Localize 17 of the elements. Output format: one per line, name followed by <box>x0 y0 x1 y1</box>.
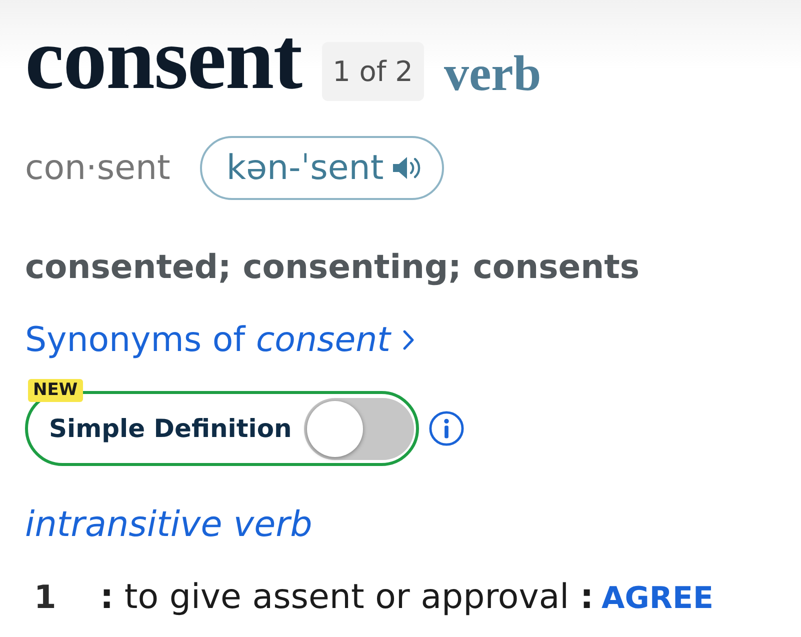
speaker-icon <box>392 155 422 181</box>
part-of-speech-link[interactable]: verb <box>444 48 542 98</box>
syllables: con·sent <box>25 151 170 185</box>
part-of-speech-label: intransitive verb <box>25 508 314 543</box>
headword: consent <box>25 25 302 96</box>
pronunciation-button[interactable]: kən-ˈsent <box>200 136 444 200</box>
inflected-forms: consented; consenting; consents <box>25 250 640 283</box>
simple-definition-label: Simple Definition <box>49 416 292 441</box>
new-badge: NEW <box>28 379 83 402</box>
cross-reference-link[interactable]: AGREE <box>602 584 714 614</box>
synonyms-link[interactable]: Synonyms of consent <box>25 323 414 357</box>
toggle-switch[interactable] <box>304 398 414 460</box>
definition-text: : to give assent or approval : <box>100 580 594 614</box>
info-icon[interactable] <box>428 411 464 446</box>
sense-number: 1 <box>33 581 58 613</box>
chevron-right-icon <box>402 330 414 350</box>
homograph-counter: 1 of 2 <box>322 42 424 101</box>
